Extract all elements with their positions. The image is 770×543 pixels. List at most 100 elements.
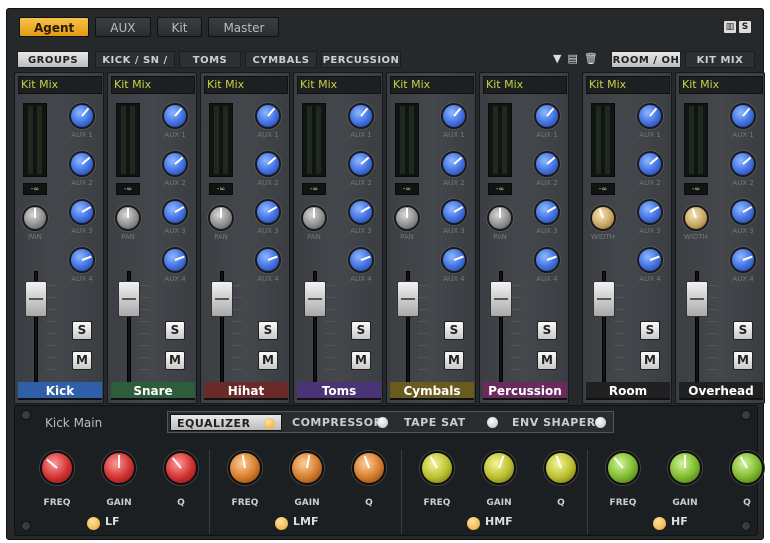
solo-button[interactable]: S [72, 321, 92, 340]
aux-4-send-knob[interactable] [69, 247, 95, 273]
pan-knob[interactable] [487, 205, 513, 231]
tab-groups[interactable]: GROUPS [17, 51, 89, 68]
mute-button[interactable]: M [72, 351, 92, 370]
volume-fader[interactable] [211, 281, 233, 317]
compressor-power-led-icon[interactable] [377, 417, 388, 428]
tab-equalizer[interactable]: EQUALIZER [170, 414, 282, 431]
preset-selector[interactable]: Kit Mix [390, 76, 474, 94]
aux-1-send-knob[interactable] [255, 103, 281, 129]
freq-knob[interactable] [606, 451, 640, 485]
layout-icon[interactable]: ▥ [724, 21, 736, 33]
dropdown-arrow-icon[interactable]: ▼ [553, 52, 561, 65]
mute-button[interactable]: M [444, 351, 464, 370]
preset-selector[interactable]: Kit Mix [111, 76, 195, 94]
band-enable-led-icon[interactable] [87, 517, 100, 530]
aux-3-send-knob[interactable] [441, 199, 467, 225]
freq-knob[interactable] [40, 451, 74, 485]
volume-fader[interactable] [118, 281, 140, 317]
preset-selector[interactable]: Kit Mix [204, 76, 288, 94]
mute-button[interactable]: M [733, 351, 753, 370]
solo-button[interactable]: S [640, 321, 660, 340]
save-icon[interactable]: ▤ [567, 52, 577, 65]
equalizer-power-led-icon[interactable] [264, 418, 275, 429]
aux-1-send-knob[interactable] [348, 103, 374, 129]
volume-fader[interactable] [397, 281, 419, 317]
aux-2-send-knob[interactable] [637, 151, 663, 177]
mute-button[interactable]: M [165, 351, 185, 370]
aux-2-send-knob[interactable] [255, 151, 281, 177]
aux-3-send-knob[interactable] [534, 199, 560, 225]
tab-tape-sat[interactable]: TAPE SAT [398, 414, 502, 431]
tab-master[interactable]: Master [208, 17, 280, 37]
aux-2-send-knob[interactable] [69, 151, 95, 177]
tab-room-oh[interactable]: ROOM / OH [611, 51, 681, 68]
aux-4-send-knob[interactable] [255, 247, 281, 273]
preset-selector[interactable]: Kit Mix [679, 76, 763, 94]
solo-button[interactable]: S [351, 321, 371, 340]
aux-1-send-knob[interactable] [441, 103, 467, 129]
band-enable-led-icon[interactable] [275, 517, 288, 530]
aux-3-send-knob[interactable] [637, 199, 663, 225]
width-knob[interactable] [590, 205, 616, 231]
aux-1-send-knob[interactable] [162, 103, 188, 129]
mute-button[interactable]: M [351, 351, 371, 370]
aux-3-send-knob[interactable] [69, 199, 95, 225]
freq-knob[interactable] [228, 451, 262, 485]
tab-kick-sn-hh[interactable]: KICK / SN / HH [95, 51, 175, 83]
aux-1-send-knob[interactable] [534, 103, 560, 129]
band-enable-led-icon[interactable] [467, 517, 480, 530]
q-knob[interactable] [544, 451, 578, 485]
tab-kit-mix[interactable]: KIT MIX [685, 51, 755, 68]
tab-kit[interactable]: Kit [156, 17, 203, 37]
q-knob[interactable] [164, 451, 198, 485]
aux-2-send-knob[interactable] [730, 151, 756, 177]
band-enable-led-icon[interactable] [653, 517, 666, 530]
solo-button[interactable]: S [733, 321, 753, 340]
pan-knob[interactable] [208, 205, 234, 231]
tab-percussion[interactable]: PERCUSSION [321, 51, 401, 68]
aux-4-send-knob[interactable] [162, 247, 188, 273]
volume-fader[interactable] [490, 281, 512, 317]
aux-3-send-knob[interactable] [348, 199, 374, 225]
aux-3-send-knob[interactable] [162, 199, 188, 225]
env-shaper-power-led-icon[interactable] [595, 417, 606, 428]
width-knob[interactable] [683, 205, 709, 231]
settings-icon[interactable]: S [739, 21, 751, 33]
mute-button[interactable]: M [640, 351, 660, 370]
q-knob[interactable] [352, 451, 386, 485]
aux-2-send-knob[interactable] [162, 151, 188, 177]
aux-2-send-knob[interactable] [348, 151, 374, 177]
q-knob[interactable] [730, 451, 764, 485]
solo-button[interactable]: S [165, 321, 185, 340]
preset-selector[interactable]: Kit Mix [18, 76, 102, 94]
preset-selector[interactable]: Kit Mix [586, 76, 670, 94]
tab-toms[interactable]: TOMS [179, 51, 241, 68]
aux-3-send-knob[interactable] [730, 199, 756, 225]
preset-selector[interactable]: Kit Mix [483, 76, 567, 94]
delete-icon[interactable]: 🗑 [584, 52, 598, 65]
solo-button[interactable]: S [537, 321, 557, 340]
tab-compressor[interactable]: COMPRESSOR [286, 414, 392, 431]
aux-1-send-knob[interactable] [730, 103, 756, 129]
aux-4-send-knob[interactable] [348, 247, 374, 273]
aux-2-send-knob[interactable] [441, 151, 467, 177]
tab-cymbals[interactable]: CYMBALS [245, 51, 317, 68]
solo-button[interactable]: S [258, 321, 278, 340]
preset-selector[interactable]: Kit Mix [297, 76, 381, 94]
aux-4-send-knob[interactable] [730, 247, 756, 273]
tab-agent[interactable]: Agent [19, 17, 90, 37]
freq-knob[interactable] [420, 451, 454, 485]
volume-fader[interactable] [593, 281, 615, 317]
aux-4-send-knob[interactable] [534, 247, 560, 273]
volume-fader[interactable] [25, 281, 47, 317]
solo-button[interactable]: S [444, 321, 464, 340]
pan-knob[interactable] [22, 205, 48, 231]
pan-knob[interactable] [301, 205, 327, 231]
pan-knob[interactable] [115, 205, 141, 231]
volume-fader[interactable] [686, 281, 708, 317]
tab-aux[interactable]: AUX [95, 17, 151, 37]
mute-button[interactable]: M [537, 351, 557, 370]
pan-knob[interactable] [394, 205, 420, 231]
mute-button[interactable]: M [258, 351, 278, 370]
aux-1-send-knob[interactable] [69, 103, 95, 129]
